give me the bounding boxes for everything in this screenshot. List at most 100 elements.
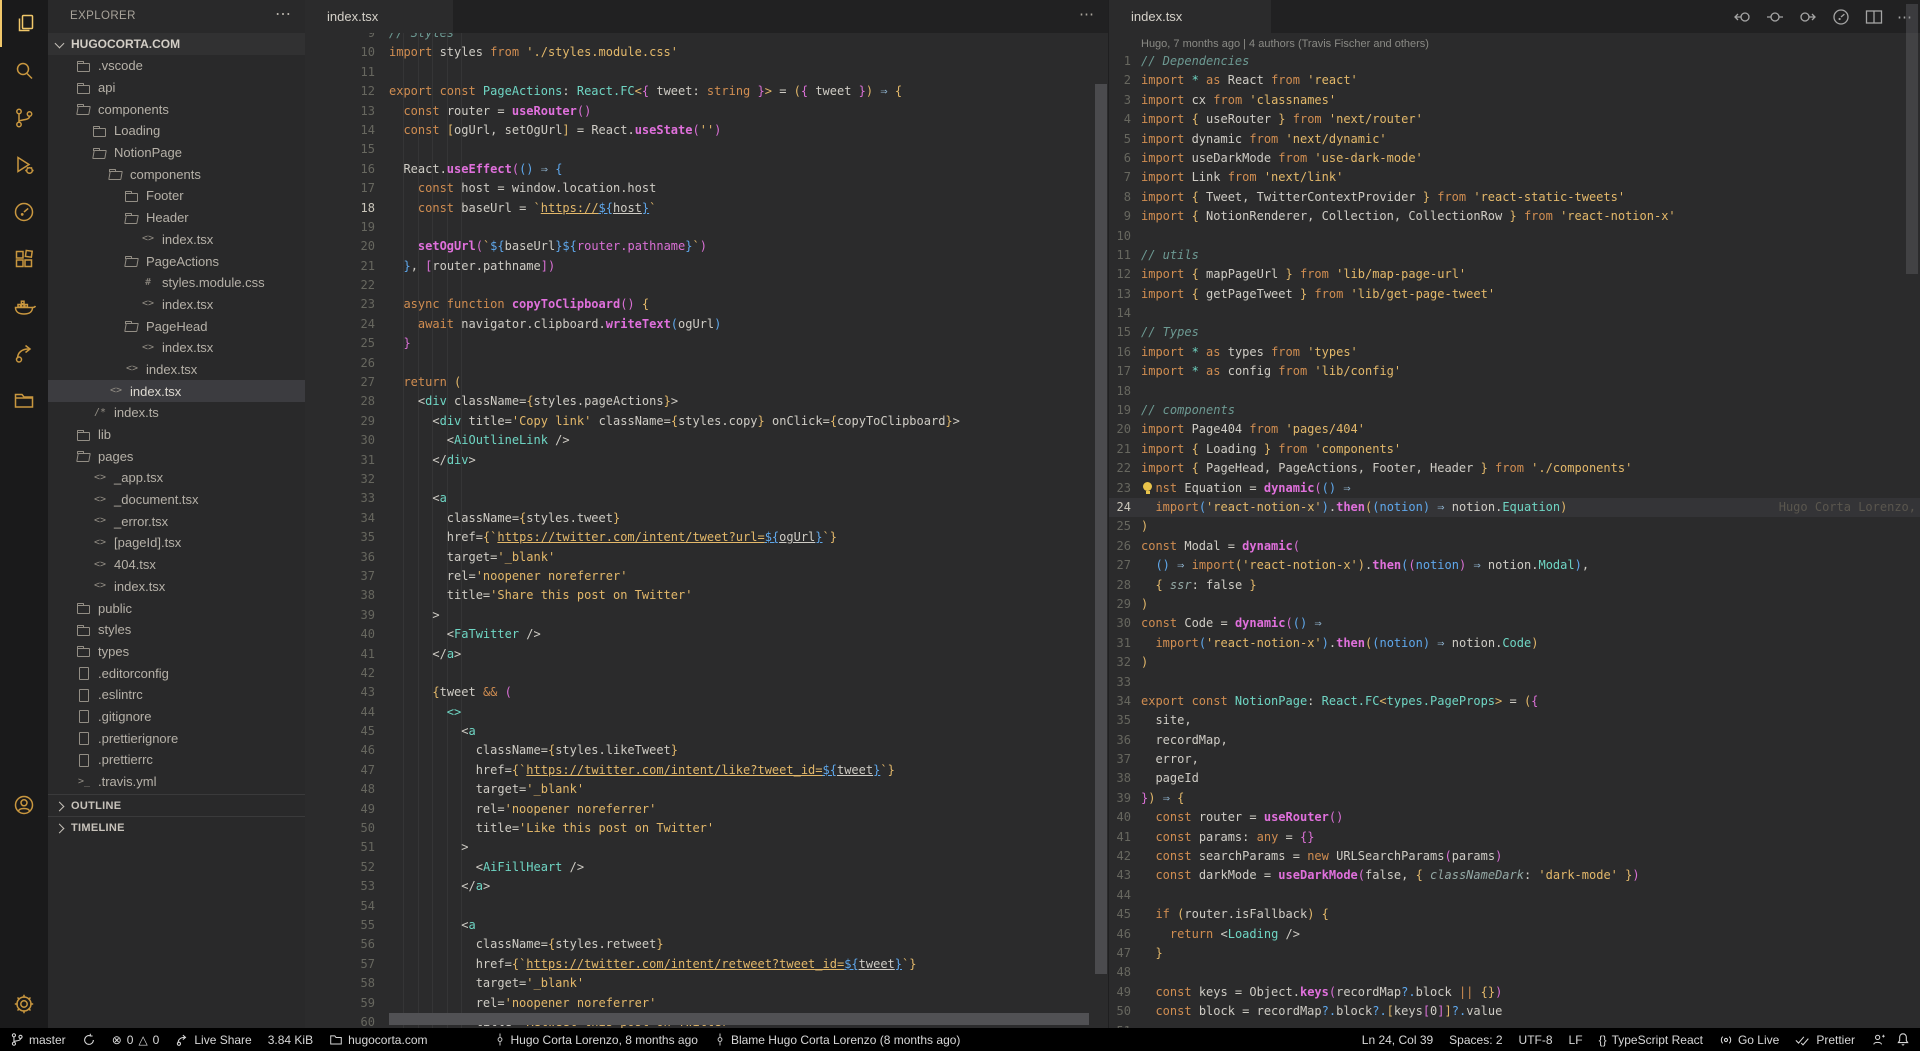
tab-index-tsx-left[interactable]: index.tsx — [305, 0, 453, 33]
code-line-53[interactable]: 53 </a> — [305, 877, 1108, 896]
problems-indicator[interactable]: ⊗ 0 △ 0 — [112, 1033, 160, 1047]
tree-item-Loading[interactable]: Loading — [48, 120, 305, 142]
git-history-icon[interactable] — [0, 188, 48, 235]
code-line-38[interactable]: 38 pageId — [1109, 769, 1920, 788]
code-line-10[interactable]: 10 import styles from './styles.module.cs… — [305, 43, 1108, 62]
code-line-25[interactable]: 25 } — [305, 334, 1108, 353]
code-line-24[interactable]: 24 import('react-notion-x').then((notion… — [1109, 497, 1920, 518]
code-line-50[interactable]: 50 const block = recordMap?.block?.[keys… — [1109, 1002, 1920, 1021]
code-line-44[interactable]: 44 <> — [305, 703, 1108, 722]
code-line-20[interactable]: 20 setOgUrl(`${baseUrl}${router.pathname… — [305, 237, 1108, 256]
code-line-38[interactable]: 38 title='Share this post on Twitter' — [305, 586, 1108, 605]
code-line-37[interactable]: 37 rel='noopener noreferrer' — [305, 567, 1108, 586]
code-line-47[interactable]: 47 href={`https://twitter.com/intent/lik… — [305, 761, 1108, 780]
code-line-12[interactable]: 12 import { mapPageUrl } from 'lib/map-pa… — [1109, 265, 1920, 284]
code-line-39[interactable]: 39}) ⇒ { — [1109, 789, 1920, 808]
code-line-45[interactable]: 45 <a — [305, 722, 1108, 741]
tree-item-styles[interactable]: styles — [48, 619, 305, 641]
settings-gear-icon[interactable] — [0, 980, 48, 1028]
code-line-15[interactable]: 15 // Types — [1109, 323, 1920, 342]
code-line-45[interactable]: 45 if (router.isFallback) { — [1109, 905, 1920, 924]
tree-item-[pageId].tsx[interactable]: <> [pageId].tsx — [48, 532, 305, 554]
code-line-33[interactable]: 33 — [1109, 673, 1920, 692]
nav-back-icon[interactable] — [1732, 8, 1752, 26]
go-live-button[interactable]: Go Live — [1719, 1033, 1779, 1047]
code-line-42[interactable]: 42 const searchParams = new URLSearchPar… — [1109, 847, 1920, 866]
cursor-position[interactable]: Ln 24, Col 39 — [1362, 1033, 1433, 1047]
code-line-23[interactable]: 23 async function copyToClipboard() { — [305, 295, 1108, 314]
tree-item-pages[interactable]: pages — [48, 445, 305, 467]
code-line-9[interactable]: 9 import { NotionRenderer, Collection, Co… — [1109, 207, 1920, 226]
blame-short[interactable]: Hugo Corta Lorenzo, 8 months ago — [494, 1032, 698, 1047]
notifications-button[interactable] — [1896, 1032, 1910, 1047]
code-line-15[interactable]: 15 — [305, 140, 1108, 159]
tree-item-.travis.yml[interactable]: >_ .travis.yml — [48, 771, 305, 793]
code-line-40[interactable]: 40 const router = useRouter() — [1109, 808, 1920, 827]
blame-long[interactable]: Blame Hugo Corta Lorenzo (8 months ago) — [714, 1032, 960, 1047]
tree-item-_document.tsx[interactable]: <> _document.tsx — [48, 489, 305, 511]
tree-item-components[interactable]: components — [48, 98, 305, 120]
code-line-37[interactable]: 37 error, — [1109, 750, 1920, 769]
code-line-43[interactable]: 43 {tweet && ( — [305, 683, 1108, 702]
live-share-arrow-icon[interactable] — [0, 329, 48, 376]
tree-item-index.tsx[interactable]: <> index.tsx — [48, 576, 305, 598]
code-line-28[interactable]: 28 { ssr: false } — [1109, 576, 1920, 595]
outline-section-header[interactable]: OUTLINE — [48, 794, 305, 817]
tree-item-404.tsx[interactable]: <> 404.tsx — [48, 554, 305, 576]
explorer-icon[interactable] — [0, 0, 50, 47]
code-line-49[interactable]: 49 const keys = Object.keys(recordMap?.b… — [1109, 983, 1920, 1002]
code-line-34[interactable]: 34 className={styles.tweet} — [305, 509, 1108, 528]
nav-forward-icon[interactable] — [1798, 8, 1818, 26]
tree-item-index.tsx[interactable]: <> index.tsx — [48, 337, 305, 359]
tree-item-index.tsx[interactable]: <> index.tsx — [48, 294, 305, 316]
tree-item-NotionPage[interactable]: NotionPage — [48, 142, 305, 164]
split-editor-icon[interactable] — [1864, 8, 1884, 26]
code-line-24[interactable]: 24 await navigator.clipboard.writeText(o… — [305, 315, 1108, 334]
run-and-debug-icon[interactable] — [0, 141, 48, 188]
code-line-14[interactable]: 14 const [ogUrl, setOgUrl] = React.useSt… — [305, 121, 1108, 140]
code-editor-right[interactable]: Hugo, 7 months ago | 4 authors (Travis F… — [1109, 33, 1920, 1028]
code-line-32[interactable]: 32) — [1109, 653, 1920, 672]
code-line-16[interactable]: 16 import * as types from 'types' — [1109, 343, 1920, 362]
branch-indicator[interactable]: master — [10, 1032, 66, 1047]
code-line-56[interactable]: 56 className={styles.retweet} — [305, 935, 1108, 954]
code-line-52[interactable]: 52 <AiFillHeart /> — [305, 858, 1108, 877]
code-line-27[interactable]: 27 () ⇒ import('react-notion-x').then((n… — [1109, 556, 1920, 575]
code-line-13[interactable]: 13 const router = useRouter() — [305, 102, 1108, 121]
sync-button[interactable] — [82, 1033, 96, 1047]
code-line-48[interactable]: 48 target='_blank' — [305, 780, 1108, 799]
code-line-41[interactable]: 41 const params: any = {} — [1109, 828, 1920, 847]
tree-item-.prettierrc[interactable]: .prettierrc — [48, 749, 305, 771]
code-line-31[interactable]: 31 </div> — [305, 451, 1108, 470]
file-size[interactable]: 3.84 KiB — [268, 1033, 313, 1047]
tree-item-components[interactable]: components — [48, 163, 305, 185]
timeline-section-header[interactable]: TIMELINE — [48, 816, 305, 839]
tree-item-Header[interactable]: Header — [48, 207, 305, 229]
code-line-21[interactable]: 21 import { Loading } from 'components' — [1109, 440, 1920, 459]
tree-item-public[interactable]: public — [48, 597, 305, 619]
code-line-55[interactable]: 55 <a — [305, 916, 1108, 935]
code-line-17[interactable]: 17 const host = window.location.host — [305, 179, 1108, 198]
code-line-46[interactable]: 46 className={styles.likeTweet} — [305, 741, 1108, 760]
tree-item-.prettierignore[interactable]: .prettierignore — [48, 727, 305, 749]
tree-item-.editorconfig[interactable]: .editorconfig — [48, 662, 305, 684]
code-line-43[interactable]: 43 const darkMode = useDarkMode(false, {… — [1109, 866, 1920, 885]
code-line-8[interactable]: 8 import { Tweet, TwitterContextProvider … — [1109, 188, 1920, 207]
code-line-58[interactable]: 58 target='_blank' — [305, 974, 1108, 993]
vertical-scrollbar-left[interactable] — [1095, 84, 1107, 974]
code-line-59[interactable]: 59 rel='noopener noreferrer' — [305, 994, 1108, 1013]
code-line-3[interactable]: 3 import cx from 'classnames' — [1109, 91, 1920, 110]
code-line-44[interactable]: 44 — [1109, 886, 1920, 905]
code-line-7[interactable]: 7 import Link from 'next/link' — [1109, 168, 1920, 187]
tree-item-types[interactable]: types — [48, 641, 305, 663]
code-line-11[interactable]: 11 // utils — [1109, 246, 1920, 265]
code-line-14[interactable]: 14 — [1109, 304, 1920, 323]
code-line-34[interactable]: 34 export const NotionPage: React.FC<type… — [1109, 692, 1920, 711]
code-line-32[interactable]: 32 — [305, 470, 1108, 489]
lightbulb-icon[interactable] — [1140, 480, 1155, 496]
left-group-more-actions[interactable]: ⋯ — [1079, 5, 1094, 23]
code-line-18[interactable]: 18 const baseUrl = `https://${host}` — [305, 199, 1108, 218]
code-line-50[interactable]: 50 title='Like this post on Twitter' — [305, 819, 1108, 838]
code-line-1[interactable]: 1 // Dependencies — [1109, 52, 1920, 71]
feedback-button[interactable] — [1871, 1033, 1886, 1047]
